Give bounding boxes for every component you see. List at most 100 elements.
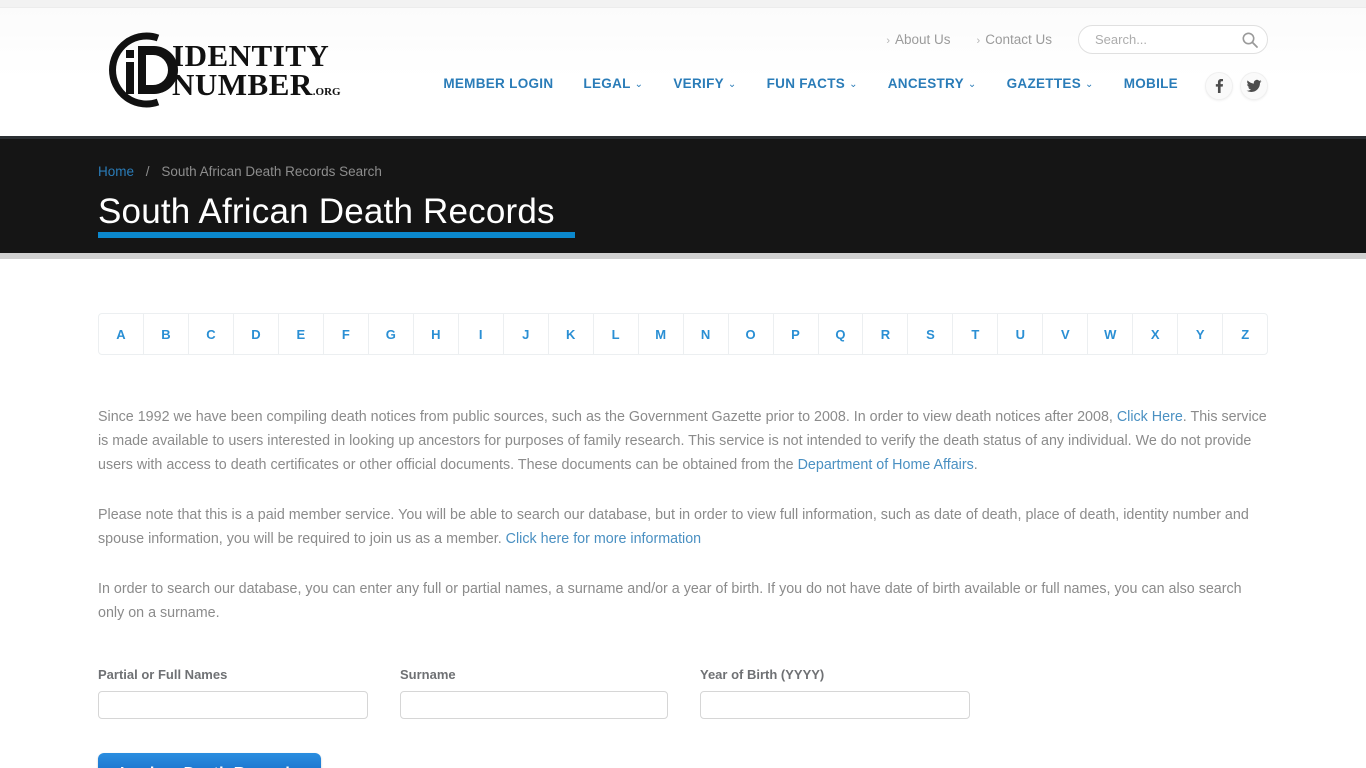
alphabet-link-y[interactable]: Y <box>1178 314 1224 354</box>
intro-paragraph: Since 1992 we have been compiling death … <box>98 405 1268 477</box>
names-field-group: Partial or Full Names <box>98 667 368 719</box>
logo-wordmark: IDENTITY NUMBER.ORG <box>172 37 341 102</box>
surname-field-group: Surname <box>400 667 668 719</box>
nav-label: MOBILE <box>1123 76 1178 91</box>
main-navigation: MEMBER LOGIN LEGAL ⌄ VERIFY ⌄ FUN FACTS ⌄ A… <box>443 76 1178 91</box>
logo-line-2: NUMBER.ORG <box>172 67 341 102</box>
site-header: IDENTITY NUMBER.ORG › About Us › Contact U… <box>0 8 1366 136</box>
year-of-birth-input[interactable] <box>700 691 970 719</box>
logo-line-1: IDENTITY <box>172 37 330 73</box>
home-affairs-link[interactable]: Department of Home Affairs <box>798 457 974 473</box>
page-hero: Home / South African Death Records Searc… <box>0 136 1366 259</box>
facebook-icon <box>1215 78 1224 93</box>
title-accent-bar <box>98 232 575 238</box>
chevron-right-icon: › <box>976 35 981 47</box>
year-field-group: Year of Birth (YYYY) <box>700 667 970 719</box>
logo-line-2-text: NUMBER <box>172 67 313 102</box>
alphabet-link-f[interactable]: F <box>324 314 369 354</box>
chevron-down-icon: ⌄ <box>1085 79 1094 90</box>
alphabet-link-i[interactable]: I <box>459 314 504 354</box>
alphabet-link-x[interactable]: X <box>1133 314 1179 354</box>
nav-label: LEGAL <box>583 76 631 91</box>
logo-mark-icon <box>98 28 182 112</box>
main-content: A B C D E F G H I J K L M N O P Q R S T … <box>98 259 1268 768</box>
breadcrumb: Home / South African Death Records Searc… <box>98 164 1268 179</box>
alphabet-link-z[interactable]: Z <box>1223 314 1267 354</box>
alphabet-link-g[interactable]: G <box>369 314 414 354</box>
alphabet-link-e[interactable]: E <box>279 314 324 354</box>
alphabet-link-c[interactable]: C <box>189 314 234 354</box>
alphabet-link-k[interactable]: K <box>549 314 594 354</box>
click-here-link[interactable]: Click Here <box>1117 409 1183 425</box>
chevron-right-icon: › <box>886 35 891 47</box>
alphabet-link-j[interactable]: J <box>504 314 549 354</box>
surname-label: Surname <box>400 667 456 682</box>
alphabet-link-l[interactable]: L <box>594 314 639 354</box>
alphabet-link-a[interactable]: A <box>99 314 144 354</box>
nav-label: VERIFY <box>673 76 724 91</box>
alphabet-link-d[interactable]: D <box>234 314 279 354</box>
breadcrumb-home-link[interactable]: Home <box>98 164 134 179</box>
nav-label: ANCESTRY <box>887 76 964 91</box>
alphabet-link-t[interactable]: T <box>953 314 999 354</box>
contact-us-link[interactable]: › Contact Us <box>977 32 1052 47</box>
about-us-label: About Us <box>895 32 951 47</box>
nav-item-ancestry[interactable]: ANCESTRY ⌄ <box>888 76 977 91</box>
search-instructions-paragraph: In order to search our database, you can… <box>98 581 1242 621</box>
about-us-link[interactable]: › About Us <box>886 32 950 47</box>
nav-item-mobile[interactable]: MOBILE <box>1124 76 1178 91</box>
nav-item-member-login[interactable]: MEMBER LOGIN <box>443 76 553 91</box>
intro-text-a: Since 1992 we have been compiling death … <box>98 409 1117 425</box>
alphabet-link-r[interactable]: R <box>863 314 909 354</box>
alphabet-link-m[interactable]: M <box>639 314 684 354</box>
search-input[interactable] <box>1093 26 1238 53</box>
twitter-icon <box>1246 79 1262 93</box>
death-records-search-form: Partial or Full Names Surname Year of Bi… <box>98 667 1268 719</box>
surname-input[interactable] <box>400 691 668 719</box>
contact-us-label: Contact Us <box>985 32 1052 47</box>
names-input[interactable] <box>98 691 368 719</box>
utility-bar: › About Us › Contact Us <box>886 25 1268 54</box>
alphabet-link-b[interactable]: B <box>144 314 189 354</box>
alphabet-index: A B C D E F G H I J K L M N O P Q R S T … <box>98 313 1268 355</box>
chevron-down-icon: ⌄ <box>849 79 858 90</box>
alphabet-link-o[interactable]: O <box>729 314 774 354</box>
alphabet-link-s[interactable]: S <box>908 314 954 354</box>
alphabet-link-w[interactable]: W <box>1088 314 1134 354</box>
nav-label: GAZETTES <box>1006 76 1081 91</box>
submit-row: Lookup Death Records <box>98 753 1268 768</box>
page-title: South African Death Records <box>98 192 555 231</box>
site-logo[interactable]: IDENTITY NUMBER.ORG <box>98 26 341 114</box>
nav-item-gazettes[interactable]: GAZETTES ⌄ <box>1007 76 1094 91</box>
member-service-paragraph: Please note that this is a paid member s… <box>98 503 1268 551</box>
logo-tld: .ORG <box>312 86 341 98</box>
chevron-down-icon: ⌄ <box>727 79 737 90</box>
alphabet-link-v[interactable]: V <box>1043 314 1089 354</box>
search-box[interactable] <box>1078 25 1268 54</box>
facebook-link[interactable] <box>1205 72 1233 100</box>
search-button[interactable] <box>1241 31 1259 49</box>
social-links <box>1205 72 1268 100</box>
year-of-birth-label: Year of Birth (YYYY) <box>700 667 825 682</box>
alphabet-link-p[interactable]: P <box>774 314 819 354</box>
search-icon <box>1242 32 1258 48</box>
nav-item-fun-facts[interactable]: FUN FACTS ⌄ <box>767 76 858 91</box>
top-strip <box>0 0 1366 8</box>
alphabet-link-h[interactable]: H <box>414 314 459 354</box>
nav-item-legal[interactable]: LEGAL ⌄ <box>583 76 643 91</box>
alphabet-link-n[interactable]: N <box>684 314 729 354</box>
nav-item-verify[interactable]: VERIFY ⌄ <box>673 76 736 91</box>
nav-label: MEMBER LOGIN <box>443 76 554 91</box>
names-label: Partial or Full Names <box>98 667 228 682</box>
twitter-link[interactable] <box>1240 72 1268 100</box>
alphabet-link-q[interactable]: Q <box>819 314 864 354</box>
alphabet-link-u[interactable]: U <box>998 314 1044 354</box>
breadcrumb-separator: / <box>145 164 150 179</box>
chevron-down-icon: ⌄ <box>634 79 644 90</box>
chevron-down-icon: ⌄ <box>967 79 977 90</box>
nav-label: FUN FACTS <box>766 76 846 91</box>
intro-text-c: . <box>973 457 978 473</box>
lookup-death-records-button[interactable]: Lookup Death Records <box>98 753 322 768</box>
breadcrumb-current: South African Death Records Search <box>161 164 382 179</box>
more-information-link[interactable]: Click here for more information <box>506 531 701 547</box>
